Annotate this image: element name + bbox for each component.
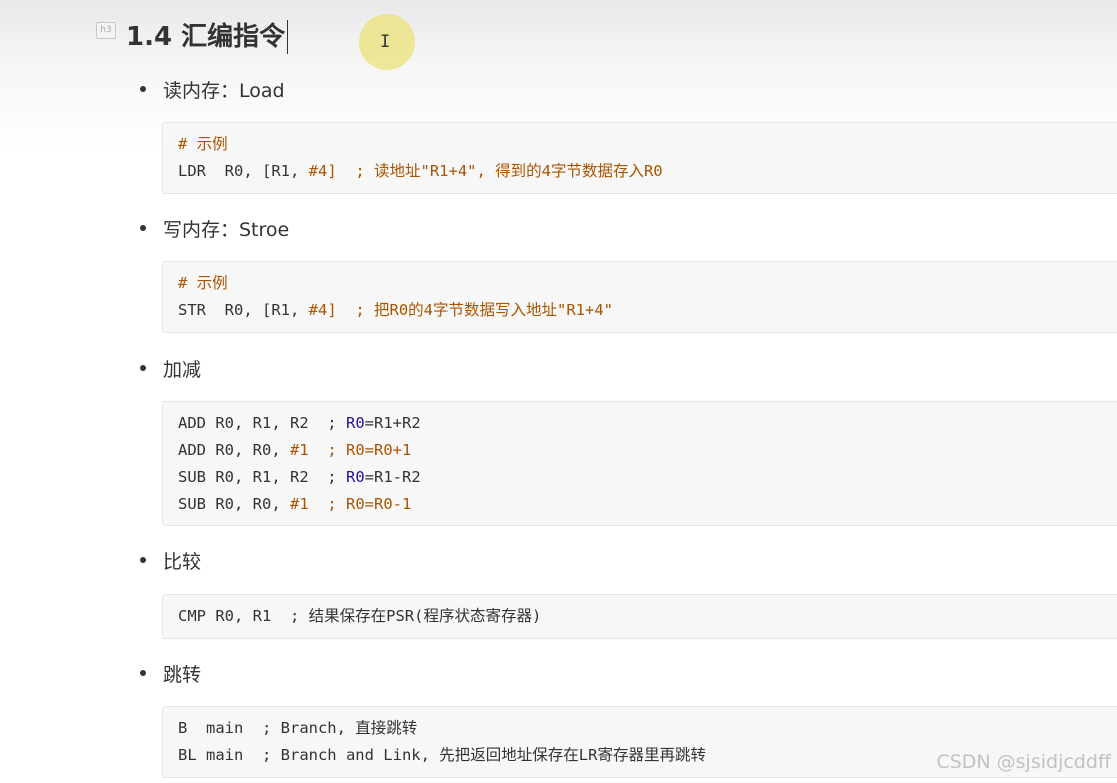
- code-comment: ; R0=R0+1: [327, 441, 412, 459]
- text-caret: [287, 20, 289, 54]
- code-block-store[interactable]: # 示例 STR R0, [R1, #4] ; 把R0的4字节数据写入地址"R1…: [162, 261, 1117, 333]
- code-line: SUB R0, R0, #1 ; R0=R0-1: [178, 491, 1117, 518]
- code-number: #1: [289, 441, 309, 459]
- list-item-branch: 跳转: [140, 660, 201, 686]
- heading-text: 1.4 汇编指令: [126, 22, 286, 52]
- code-comment: ; 读地址"R1+4", 得到的4字节数据存入R0: [355, 162, 663, 180]
- bullet-icon: [140, 225, 146, 231]
- code-line: CMP R0, R1 ; 结果保存在PSR(程序状态寄存器): [178, 607, 542, 625]
- code-text: =R1+R2: [364, 414, 421, 432]
- code-line: # 示例: [178, 135, 228, 153]
- bullet-icon: [140, 670, 146, 676]
- list-item-text: 读内存：Load: [163, 79, 285, 102]
- code-line: B main ; Branch, 直接跳转: [178, 719, 418, 737]
- code-line: ADD R0, R0, #1 ; R0=R0+1: [178, 437, 1117, 464]
- code-comment: ; R0=R0-1: [327, 495, 412, 513]
- ibeam-cursor-icon: I: [380, 32, 391, 52]
- code-block-compare[interactable]: CMP R0, R1 ; 结果保存在PSR(程序状态寄存器): [162, 594, 1117, 639]
- code-op: STR R0, [R1,: [178, 301, 309, 319]
- code-register: R0: [345, 468, 365, 486]
- code-op: ADD R0, R0,: [178, 441, 290, 459]
- code-register: R0: [345, 414, 365, 432]
- code-line: ADD R0, R1, R2 ; R0=R1+R2: [178, 410, 1117, 437]
- bullet-icon: [140, 365, 146, 371]
- list-item-store: 写内存：Stroe: [140, 215, 289, 241]
- code-text: =R1-R2: [364, 468, 421, 486]
- list-item-addsub: 加减: [140, 355, 201, 381]
- list-item-compare: 比较: [140, 547, 201, 573]
- list-item-text: 跳转: [163, 663, 202, 686]
- code-op: LDR R0, [R1,: [178, 162, 309, 180]
- code-line: STR R0, [R1, #4] ; 把R0的4字节数据写入地址"R1+4": [178, 297, 1117, 324]
- code-line: SUB R0, R1, R2 ; R0=R1-R2: [178, 464, 1117, 491]
- code-block-addsub[interactable]: ADD R0, R1, R2 ; R0=R1+R2 ADD R0, R0, #1…: [162, 401, 1117, 526]
- bullet-icon: [140, 557, 146, 563]
- code-number: #4]: [308, 301, 337, 319]
- code-op: ADD R0, R1, R2 ;: [178, 414, 346, 432]
- code-number: #4]: [308, 162, 337, 180]
- code-line: # 示例: [178, 274, 228, 292]
- list-item-text: 写内存：Stroe: [163, 218, 290, 241]
- code-op: SUB R0, R0,: [178, 495, 290, 513]
- code-comment: ; 把R0的4字节数据写入地址"R1+4": [355, 301, 613, 319]
- code-block-load[interactable]: # 示例 LDR R0, [R1, #4] ; 读地址"R1+4", 得到的4字…: [162, 122, 1117, 194]
- list-item-text: 比较: [163, 550, 202, 573]
- code-number: #1: [289, 495, 309, 513]
- section-heading[interactable]: 1.4 汇编指令: [126, 17, 289, 57]
- list-item-load: 读内存：Load: [140, 76, 285, 102]
- list-item-text: 加减: [163, 358, 202, 381]
- code-line: LDR R0, [R1, #4] ; 读地址"R1+4", 得到的4字节数据存入…: [178, 158, 1117, 185]
- bullet-icon: [140, 86, 146, 92]
- watermark: CSDN @sjsidjcddff: [936, 751, 1111, 773]
- heading-level-badge[interactable]: h3: [96, 22, 116, 39]
- code-op: SUB R0, R1, R2 ;: [178, 468, 346, 486]
